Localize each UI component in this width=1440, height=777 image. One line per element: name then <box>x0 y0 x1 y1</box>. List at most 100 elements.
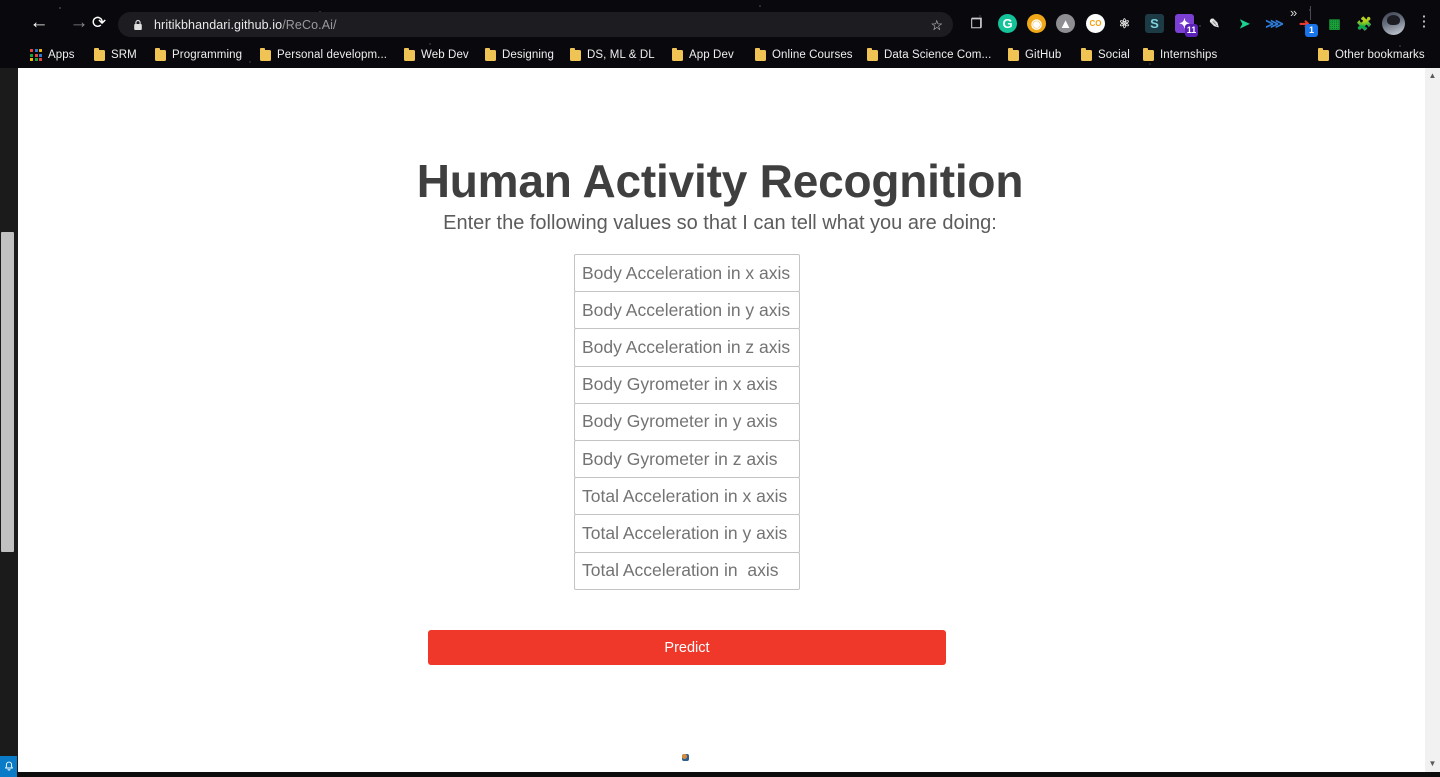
folder-icon <box>1008 47 1019 61</box>
folder-icon <box>485 47 496 61</box>
url-host: hritikbhandari.github.io <box>154 17 283 32</box>
clipboard-manager-icon[interactable]: ❐ <box>967 14 986 33</box>
react-devtools-icon-glyph: ⚛ <box>1118 15 1131 31</box>
colab-icon[interactable]: CO <box>1086 14 1105 33</box>
body-acceleration-y-input[interactable] <box>574 291 800 330</box>
red-arrow-downloader-icon[interactable]: ➜ 1 <box>1295 14 1318 37</box>
page-subtitle: Enter the following values so that I can… <box>443 212 997 234</box>
bookmark-label: GitHub <box>1025 49 1062 61</box>
predict-button[interactable]: Predict <box>428 630 946 665</box>
scrollbar-thumb[interactable] <box>1 232 14 552</box>
bookmark-label: Programming <box>172 49 243 61</box>
blue-circle-extension-icon-glyph: ◉ <box>1030 15 1043 31</box>
pencil-markup-icon[interactable]: ✎ <box>1205 14 1224 33</box>
bookmark-label: App Dev <box>689 49 734 61</box>
bottom-strip <box>0 772 1440 777</box>
adblock-triangle-icon[interactable]: ▲ <box>1056 14 1075 33</box>
body-gyrometer-z-input[interactable] <box>574 439 800 479</box>
bookmarks-divider <box>1310 6 1311 20</box>
bookmark-personal-development[interactable]: Personal developm... <box>260 42 387 68</box>
bookmark-label: Online Courses <box>772 49 853 61</box>
body-gyrometer-x-input[interactable] <box>574 365 800 404</box>
grammarly-icon-glyph: G <box>1002 16 1013 31</box>
extensions-puzzle-icon[interactable]: 🧩 <box>1355 14 1374 33</box>
blue-circle-extension-icon[interactable]: ◉ <box>1027 14 1046 33</box>
folder-icon <box>404 47 415 61</box>
browser-chrome: ← → ⟳ hritikbhandari.github.io/ReCo.Ai/ … <box>0 0 1440 68</box>
scribd-s-icon[interactable]: S <box>1145 14 1164 33</box>
colab-icon-glyph: CO <box>1089 19 1102 28</box>
bookmark-programming[interactable]: Programming <box>155 42 242 68</box>
bookmark-apps[interactable]: Apps <box>30 42 75 68</box>
bookmark-srm[interactable]: SRM <box>94 42 137 68</box>
red-arrow-downloader-icon-badge: 1 <box>1305 24 1318 37</box>
url-path: /ReCo.Ai/ <box>282 17 337 32</box>
reload-button[interactable]: ⟳ <box>88 13 110 35</box>
clipboard-manager-icon-glyph: ❐ <box>970 15 983 31</box>
extensions-puzzle-icon-glyph: 🧩 <box>1356 15 1373 31</box>
blue-chevrons-icon-glyph: ⋙ <box>1265 15 1284 31</box>
url-text: hritikbhandari.github.io/ReCo.Ai/ <box>154 18 337 32</box>
scrollbar-down-arrow[interactable]: ▼ <box>1425 756 1440 772</box>
bookmark-label: Social <box>1098 49 1130 61</box>
bookmark-social[interactable]: Social <box>1081 42 1130 68</box>
folder-icon <box>155 47 166 61</box>
blue-chevrons-icon[interactable]: ⋙ <box>1265 14 1284 33</box>
folder-icon <box>1143 47 1154 61</box>
page-scrollbar[interactable]: ▲ ▼ <box>1425 68 1440 772</box>
bookmarks-overflow-icon[interactable]: » <box>1290 5 1297 20</box>
bookmark-internships[interactable]: Internships <box>1143 42 1217 68</box>
green-grid-extension-icon-glyph: ▦ <box>1328 15 1341 31</box>
total-acceleration-z-input[interactable] <box>574 551 800 590</box>
bookmark-label: SRM <box>111 49 137 61</box>
bookmark-designing[interactable]: Designing <box>485 42 554 68</box>
profile-avatar[interactable] <box>1382 12 1405 35</box>
bookmark-other-bookmarks[interactable]: Other bookmarks <box>1318 42 1425 68</box>
notification-bell-icon <box>4 761 13 771</box>
bookmark-online-courses[interactable]: Online Courses <box>755 42 853 68</box>
activity-input-form <box>574 254 800 590</box>
page-title: Human Activity Recognition <box>416 155 1024 207</box>
page-viewport: Human Activity Recognition Enter the fol… <box>18 68 1440 772</box>
browser-toolbar: ← → ⟳ hritikbhandari.github.io/ReCo.Ai/ … <box>0 0 1440 40</box>
address-bar[interactable]: hritikbhandari.github.io/ReCo.Ai/ ☆ <box>118 12 953 37</box>
bookmark-web-dev[interactable]: Web Dev <box>404 42 469 68</box>
browser-menu-button[interactable]: ⋮ <box>1416 13 1432 33</box>
bookmark-github[interactable]: GitHub <box>1008 42 1061 68</box>
bookmark-label: Designing <box>502 49 555 61</box>
total-acceleration-y-input[interactable] <box>574 514 800 553</box>
back-button[interactable]: ← <box>28 13 50 35</box>
scribd-s-icon-glyph: S <box>1150 16 1159 31</box>
green-grid-extension-icon[interactable]: ▦ <box>1325 14 1344 33</box>
green-bird-extension-icon[interactable]: ➤ <box>1235 14 1254 33</box>
body-acceleration-z-input[interactable] <box>574 328 800 367</box>
bookmark-ds-ml-dl[interactable]: DS, ML & DL <box>570 42 655 68</box>
purple-notes-extension-icon[interactable]: ✦ 11 <box>1175 14 1198 37</box>
bookmark-label: Web Dev <box>421 49 469 61</box>
taskbar-notification-badge[interactable] <box>0 756 17 777</box>
lock-icon <box>134 19 142 30</box>
bookmarks-bar: Apps SRM Programming Personal developm... We… <box>0 42 1440 68</box>
folder-icon <box>1318 47 1329 61</box>
bookmark-label: Personal developm... <box>277 49 388 61</box>
total-acceleration-x-input[interactable] <box>574 477 800 516</box>
forward-button[interactable]: → <box>68 13 90 35</box>
green-bird-extension-icon-glyph: ➤ <box>1239 15 1250 31</box>
react-devtools-icon[interactable]: ⚛ <box>1115 14 1134 33</box>
pencil-markup-icon-glyph: ✎ <box>1209 15 1220 31</box>
bookmark-app-dev[interactable]: App Dev <box>672 42 734 68</box>
bookmark-data-science-com[interactable]: Data Science Com... <box>867 42 991 68</box>
bookmark-label: Internships <box>1160 49 1218 61</box>
web-page: Human Activity Recognition Enter the fol… <box>18 68 1422 772</box>
body-acceleration-x-input[interactable] <box>574 254 800 293</box>
folder-icon <box>672 47 683 61</box>
folder-icon <box>260 47 271 61</box>
footer-dot-icon <box>682 754 689 761</box>
body-gyrometer-y-input[interactable] <box>574 402 800 441</box>
scrollbar-up-arrow[interactable]: ▲ <box>1425 68 1440 84</box>
apps-grid-icon <box>30 49 42 61</box>
bookmark-label: Other bookmarks <box>1335 49 1425 61</box>
bookmark-star-icon[interactable]: ☆ <box>930 17 943 34</box>
bookmark-label: DS, ML & DL <box>587 49 655 61</box>
grammarly-icon[interactable]: G <box>998 14 1017 33</box>
